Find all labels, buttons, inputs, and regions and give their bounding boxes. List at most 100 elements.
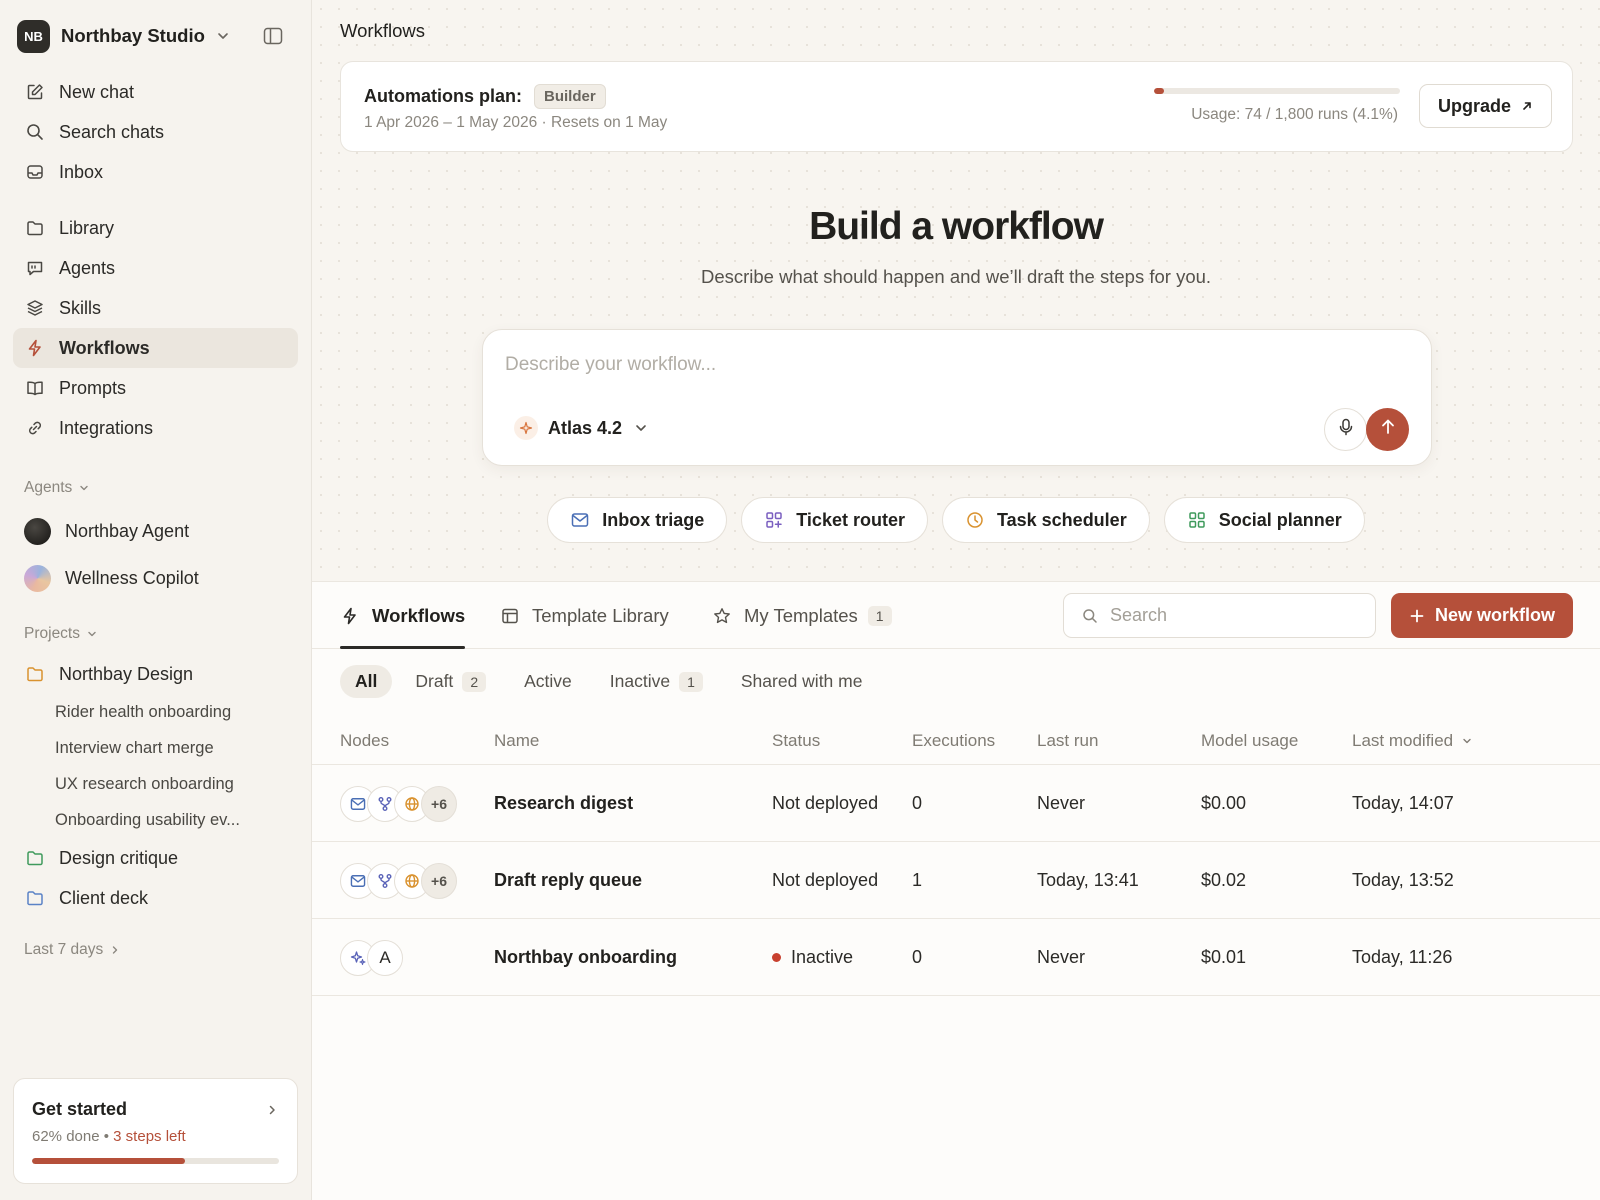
plan-label: Automations plan:: [364, 86, 522, 106]
arrow-up-icon: [1380, 418, 1396, 441]
column-header-status[interactable]: Status: [772, 717, 820, 765]
column-header-model-usage[interactable]: Model usage: [1201, 717, 1298, 765]
projects-section-header[interactable]: Projects: [0, 614, 311, 654]
layout-icon: [500, 606, 520, 626]
filter-shared-with-me[interactable]: Shared with me: [726, 665, 878, 698]
nav-label: Library: [59, 217, 115, 238]
page-title: Workflows: [340, 20, 425, 41]
agent-northbay[interactable]: Northbay Agent: [0, 508, 311, 555]
upgrade-button[interactable]: Upgrade: [1419, 84, 1552, 128]
workflow-name[interactable]: Northbay onboarding: [494, 919, 677, 996]
nav-agents[interactable]: Agents: [13, 248, 298, 288]
section-label: Agents: [24, 479, 73, 496]
agent-label: Northbay Agent: [65, 521, 190, 541]
nav-integrations[interactable]: Integrations: [13, 408, 298, 448]
table-row[interactable]: A Northbay onboarding Inactive 0 Never $…: [312, 919, 1600, 996]
project-chat-item[interactable]: Rider health onboarding: [0, 694, 311, 730]
tab-label: Template Library: [532, 604, 669, 626]
workflow-last-run: Today, 13:41: [1037, 870, 1139, 890]
nav-search-chats[interactable]: Search chats: [13, 112, 298, 152]
chip-label: Task scheduler: [996, 509, 1127, 530]
tab-my-templates[interactable]: My Templates 1: [712, 582, 892, 649]
chevron-down-icon: [1461, 735, 1473, 747]
star-icon: [712, 606, 732, 626]
section-label: Last 7 days: [24, 941, 104, 958]
microphone-button[interactable]: [1324, 408, 1367, 451]
get-started-card[interactable]: Get started 62% done • 3 steps left: [13, 1078, 298, 1184]
workflow-name[interactable]: Research digest: [494, 765, 633, 842]
new-workflow-button[interactable]: New workflow: [1391, 593, 1573, 638]
more-nodes-count: +6: [421, 862, 457, 899]
suggestion-task-scheduler[interactable]: Task scheduler: [941, 497, 1150, 543]
workflow-last-modified: Today, 11:26: [1352, 947, 1453, 967]
nav-library[interactable]: Library: [13, 208, 298, 248]
workspace-logo[interactable]: NB: [17, 19, 50, 53]
column-header-name[interactable]: Name: [494, 717, 539, 765]
node-stack: +6: [340, 765, 457, 842]
plan-title: Automations plan: Builder: [364, 84, 606, 109]
workflow-composer: Atlas 4.2: [482, 329, 1432, 466]
workflow-search[interactable]: [1063, 593, 1376, 638]
send-button[interactable]: [1366, 408, 1409, 451]
chevron-right-icon: [109, 944, 121, 956]
main-content: Workflows Automations plan: Builder 1 Ap…: [312, 0, 1600, 1200]
header-label: Last modified: [1352, 731, 1454, 750]
workflow-description-input[interactable]: [505, 354, 1385, 376]
filter-inactive[interactable]: Inactive 1: [595, 665, 718, 698]
plan-tier-badge: Builder: [534, 84, 606, 109]
project-client-deck[interactable]: Client deck: [0, 878, 311, 918]
project-northbay-design[interactable]: Northbay Design: [0, 654, 311, 694]
project-chat-item[interactable]: UX research onboarding: [0, 766, 311, 802]
filter-active[interactable]: Active: [509, 665, 587, 698]
column-header-last-modified[interactable]: Last modified: [1352, 717, 1473, 765]
workflow-name[interactable]: Draft reply queue: [494, 842, 642, 919]
workspace-name[interactable]: Northbay Studio: [61, 25, 205, 47]
nav-new-chat[interactable]: New chat: [13, 72, 298, 112]
grid-plus-icon: [764, 510, 784, 530]
search-input[interactable]: [1110, 605, 1360, 626]
chevron-right-icon: [265, 1103, 279, 1117]
clock-icon: [965, 510, 985, 530]
separator: •: [103, 1128, 109, 1145]
sidebar-toggle-icon[interactable]: [262, 25, 284, 47]
suggestion-ticket-router[interactable]: Ticket router: [741, 497, 928, 543]
project-design-critique[interactable]: Design critique: [0, 838, 311, 878]
project-chat-item[interactable]: Onboarding usability ev...: [0, 802, 311, 838]
filter-draft[interactable]: Draft 2: [400, 665, 501, 698]
tab-workflows[interactable]: Workflows: [340, 582, 466, 649]
nav-label: New chat: [59, 81, 135, 102]
column-header-executions[interactable]: Executions: [912, 717, 995, 765]
nav-skills[interactable]: Skills: [13, 288, 298, 328]
edit-icon: [25, 82, 45, 102]
steps-left: 3 steps left: [113, 1128, 186, 1145]
last-7-days-header[interactable]: Last 7 days: [0, 930, 311, 970]
model-selector[interactable]: Atlas 4.2: [514, 416, 648, 440]
node-stack: A: [340, 919, 403, 996]
filter-label: Active: [524, 671, 572, 691]
project-chat-item[interactable]: Interview chart merge: [0, 730, 311, 766]
count-badge: 1: [867, 605, 892, 626]
usage-fill: [1154, 88, 1165, 94]
workflow-status: Not deployed: [772, 793, 879, 813]
agents-section-header[interactable]: Agents: [0, 468, 311, 508]
suggestion-inbox-triage[interactable]: Inbox triage: [547, 497, 728, 543]
suggestion-social-planner[interactable]: Social planner: [1163, 497, 1365, 543]
search-icon: [25, 122, 45, 142]
nav-inbox[interactable]: Inbox: [13, 152, 298, 192]
filter-label: Inactive: [609, 671, 671, 691]
search-icon: [1082, 608, 1098, 624]
nav-workflows[interactable]: Workflows: [13, 328, 298, 368]
column-header-last-run[interactable]: Last run: [1037, 717, 1098, 765]
plan-card: Automations plan: Builder 1 Apr 2026 – 1…: [340, 61, 1573, 152]
chevron-down-icon[interactable]: [215, 28, 231, 44]
node-letter: A: [379, 947, 391, 967]
chevron-down-icon: [86, 628, 98, 640]
project-label: Design critique: [59, 847, 179, 868]
tab-template-library[interactable]: Template Library: [500, 582, 669, 649]
nav-prompts[interactable]: Prompts: [13, 368, 298, 408]
filter-all[interactable]: All: [340, 665, 393, 698]
agent-wellness-copilot[interactable]: Wellness Copilot: [0, 555, 311, 602]
hero-subtitle: Describe what should happen and we’ll dr…: [700, 266, 1212, 287]
table-row[interactable]: +6 Research digest Not deployed 0 Never …: [312, 765, 1600, 842]
table-row[interactable]: +6 Draft reply queue Not deployed 1 Toda…: [312, 842, 1600, 919]
